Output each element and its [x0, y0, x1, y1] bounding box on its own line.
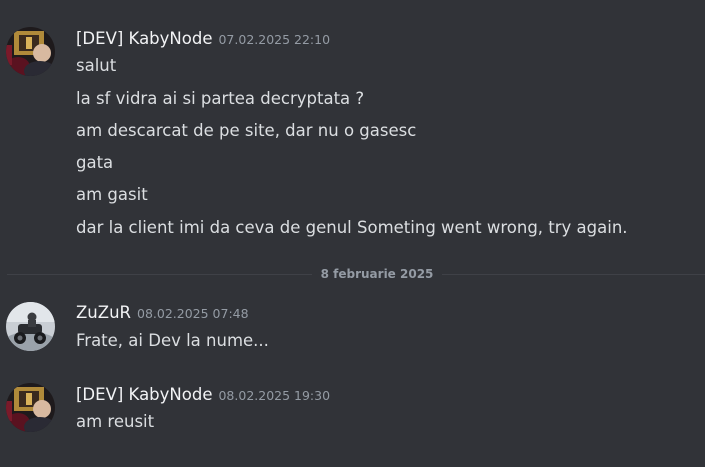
avatar[interactable] — [6, 27, 55, 76]
kabynode-avatar-icon — [6, 383, 55, 432]
message-header: [DEV] KabyNode 08.02.2025 19:30 — [76, 384, 330, 407]
timestamp: 08.02.2025 19:30 — [218, 388, 331, 403]
date-divider-line — [7, 274, 312, 275]
message-line: am descarcat de pe site, dar nu o gasesc — [76, 121, 417, 140]
zuzur-avatar-icon — [6, 302, 55, 351]
message-header: ZuZuR 08.02.2025 07:48 — [76, 302, 249, 325]
timestamp: 07.02.2025 22:10 — [218, 32, 331, 47]
message-line: gata — [76, 153, 114, 172]
username[interactable]: [DEV] KabyNode — [76, 29, 212, 48]
avatar[interactable] — [6, 383, 55, 432]
message-header: [DEV] KabyNode 07.02.2025 22:10 — [76, 28, 330, 51]
username[interactable]: ZuZuR — [76, 303, 131, 322]
message-line: am gasit — [76, 185, 148, 204]
message-line: la sf vidra ai si partea decryptata ? — [76, 89, 365, 108]
message-line: Frate, ai Dev la nume... — [76, 331, 269, 350]
date-divider-line — [442, 274, 705, 275]
avatar[interactable] — [6, 302, 55, 351]
message-line: salut — [76, 56, 117, 75]
message-line: am reusit — [76, 412, 155, 431]
timestamp: 08.02.2025 07:48 — [137, 306, 249, 321]
date-divider: 8 februarie 2025 — [320, 267, 434, 281]
kabynode-avatar-icon — [6, 27, 55, 76]
message-line: dar la client imi da ceva de genul Somet… — [76, 218, 628, 237]
username[interactable]: [DEV] KabyNode — [76, 385, 212, 404]
